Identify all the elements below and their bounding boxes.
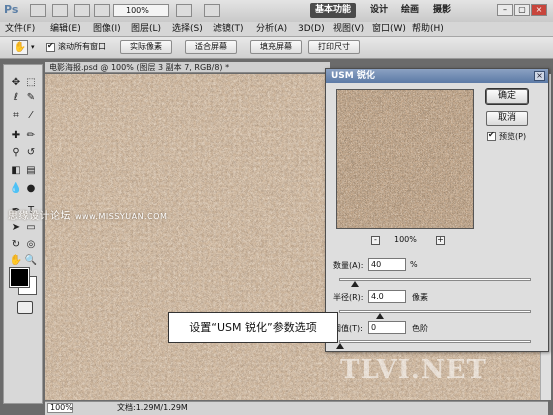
radius-input[interactable]: 4.0 (368, 290, 406, 303)
minimize-button[interactable]: – (497, 4, 513, 16)
fit-screen-button[interactable]: 适合屏幕 (185, 40, 237, 54)
hand-tool-icon[interactable]: ✋ (9, 255, 23, 267)
workspace-essentials-button[interactable]: 基本功能 (310, 3, 357, 18)
actual-pixels-button[interactable]: 实际像素 (120, 40, 172, 54)
lasso-tool-icon[interactable]: ℓ (9, 92, 23, 104)
scroll-all-windows-checkbox[interactable] (46, 41, 55, 52)
menu-bar: 文件(F) 编辑(E) 图像(I) 图层(L) 选择(S) 滤镜(T) 分析(A… (0, 22, 553, 37)
threshold-unit: 色阶 (412, 324, 428, 333)
menu-file[interactable]: 文件(F) (5, 23, 35, 35)
menu-view[interactable]: 视图(V) (333, 23, 364, 35)
amount-unit: % (410, 260, 418, 269)
forum-watermark: 思缘设计论坛 www.MISSYUAN.COM (8, 211, 168, 222)
eyedropper-tool-icon[interactable]: ⁄ (24, 110, 38, 122)
screen-mode-icon[interactable] (204, 4, 220, 17)
3d-rotate-tool-icon[interactable]: ↻ (9, 239, 23, 251)
dialog-title: USM 锐化 (326, 69, 548, 83)
menu-layer[interactable]: 图层(L) (131, 23, 161, 35)
application-bar: Ps 100% 基本功能 设计 绘画 摄影 – ▢ × (0, 0, 553, 23)
cancel-button[interactable]: 取消 (486, 111, 528, 126)
path-selection-tool-icon[interactable]: ➤ (9, 222, 23, 234)
move-tool-icon[interactable]: ✥ (9, 77, 23, 89)
menu-3d[interactable]: 3D(D) (298, 23, 325, 35)
eraser-tool-icon[interactable]: ◧ (9, 165, 23, 177)
menu-select[interactable]: 选择(S) (172, 23, 203, 35)
maximize-button[interactable]: ▢ (514, 4, 530, 16)
shape-tool-icon[interactable]: ▭ (24, 222, 38, 234)
clone-stamp-tool-icon[interactable]: ⚲ (9, 147, 23, 159)
usm-sharpen-dialog: USM 锐化 × - 100% + 确定 取消 预览(P) 数量(A): 40 (325, 68, 549, 352)
amount-slider[interactable] (339, 278, 531, 287)
document-size-info: 文档:1.29M/1.29M (117, 403, 188, 412)
radius-unit: 像素 (412, 293, 428, 302)
preview-image (337, 90, 473, 228)
amount-label: 数量(A): (333, 261, 364, 270)
print-size-button[interactable]: 打印尺寸 (308, 40, 360, 54)
scroll-all-windows-label: 滚动所有窗口 (58, 42, 106, 51)
3d-camera-tool-icon[interactable]: ◎ (24, 239, 38, 251)
zoom-tool-icon[interactable]: 🔍 (24, 255, 38, 267)
foreground-color-swatch[interactable] (9, 267, 30, 288)
zoom-in-button[interactable]: + (436, 236, 445, 245)
threshold-slider[interactable] (336, 340, 531, 349)
preview-checkbox[interactable] (487, 130, 496, 141)
zoom-level-select[interactable]: 100% (113, 4, 169, 17)
healing-brush-tool-icon[interactable]: ✚ (9, 130, 23, 142)
radius-label: 半径(R): (333, 293, 364, 302)
radius-slider-thumb[interactable] (375, 313, 384, 319)
blur-tool-icon[interactable]: 💧 (9, 183, 23, 195)
amount-slider-thumb[interactable] (351, 281, 360, 287)
amount-input[interactable]: 40 (368, 258, 406, 271)
photoshop-logo: Ps (4, 3, 19, 16)
ok-button[interactable]: 确定 (485, 88, 529, 105)
site-watermark: TLVI.NET (340, 355, 487, 385)
mini-bridge-icon[interactable] (52, 4, 68, 17)
fill-screen-button[interactable]: 填充屏幕 (250, 40, 302, 54)
dialog-close-button[interactable]: × (534, 71, 545, 81)
preview-checkbox-label: 预览(P) (499, 132, 527, 141)
dodge-tool-icon[interactable]: ● (24, 183, 38, 195)
menu-window[interactable]: 窗口(W) (372, 23, 406, 35)
menu-edit[interactable]: 编辑(E) (50, 23, 81, 35)
tool-preset-dropdown-icon[interactable]: ▾ (31, 43, 35, 51)
tutorial-callout: 设置“USM 锐化”参数选项 (168, 312, 338, 343)
menu-filter[interactable]: 滤镜(T) (213, 23, 244, 35)
close-button[interactable]: × (531, 4, 547, 16)
workspace-photography-button[interactable]: 摄影 (428, 3, 456, 18)
threshold-slider-thumb[interactable] (336, 343, 344, 349)
hand-tool-preset-icon[interactable]: ✋ (12, 40, 28, 55)
brush-tool-icon[interactable]: ✏ (24, 130, 38, 142)
quick-selection-tool-icon[interactable]: ✎ (24, 92, 38, 104)
filter-preview[interactable] (336, 89, 474, 229)
zoom-out-button[interactable]: - (371, 236, 380, 245)
document-tab[interactable]: 电影海报.psd @ 100% (图层 3 副本 7, RGB/8) * (45, 62, 330, 73)
workspace-design-button[interactable]: 设计 (365, 3, 393, 18)
options-bar: ✋ ▾ 滚动所有窗口 实际像素 适合屏幕 填充屏幕 打印尺寸 (0, 37, 553, 59)
hand-icon[interactable] (94, 4, 110, 17)
bridge-icon[interactable] (30, 4, 46, 17)
menu-image[interactable]: 图像(I) (93, 23, 121, 35)
marquee-tool-icon[interactable]: ⬚ (24, 77, 38, 89)
status-zoom-field[interactable]: 100% (47, 403, 73, 413)
radius-slider[interactable] (339, 310, 531, 319)
preview-zoom-level: 100% (394, 235, 417, 244)
workspace-painting-button[interactable]: 绘画 (396, 3, 424, 18)
status-bar: 100% 文档:1.29M/1.29M (45, 401, 548, 415)
tools-panel: ✥ ⬚ ℓ ✎ ⌗ ⁄ ✚ ✏ ⚲ ↺ ◧ ▤ 💧 ● ✒ T ➤ ▭ ↻ ◎ … (3, 64, 43, 404)
menu-analysis[interactable]: 分析(A) (256, 23, 287, 35)
crop-tool-icon[interactable]: ⌗ (9, 110, 23, 122)
extras-icon[interactable] (74, 4, 90, 17)
history-brush-tool-icon[interactable]: ↺ (24, 147, 38, 159)
threshold-input[interactable]: 0 (368, 321, 406, 334)
menu-help[interactable]: 帮助(H) (412, 23, 444, 35)
arrange-documents-icon[interactable] (176, 4, 192, 17)
gradient-tool-icon[interactable]: ▤ (24, 165, 38, 177)
quick-mask-icon[interactable] (17, 301, 33, 314)
